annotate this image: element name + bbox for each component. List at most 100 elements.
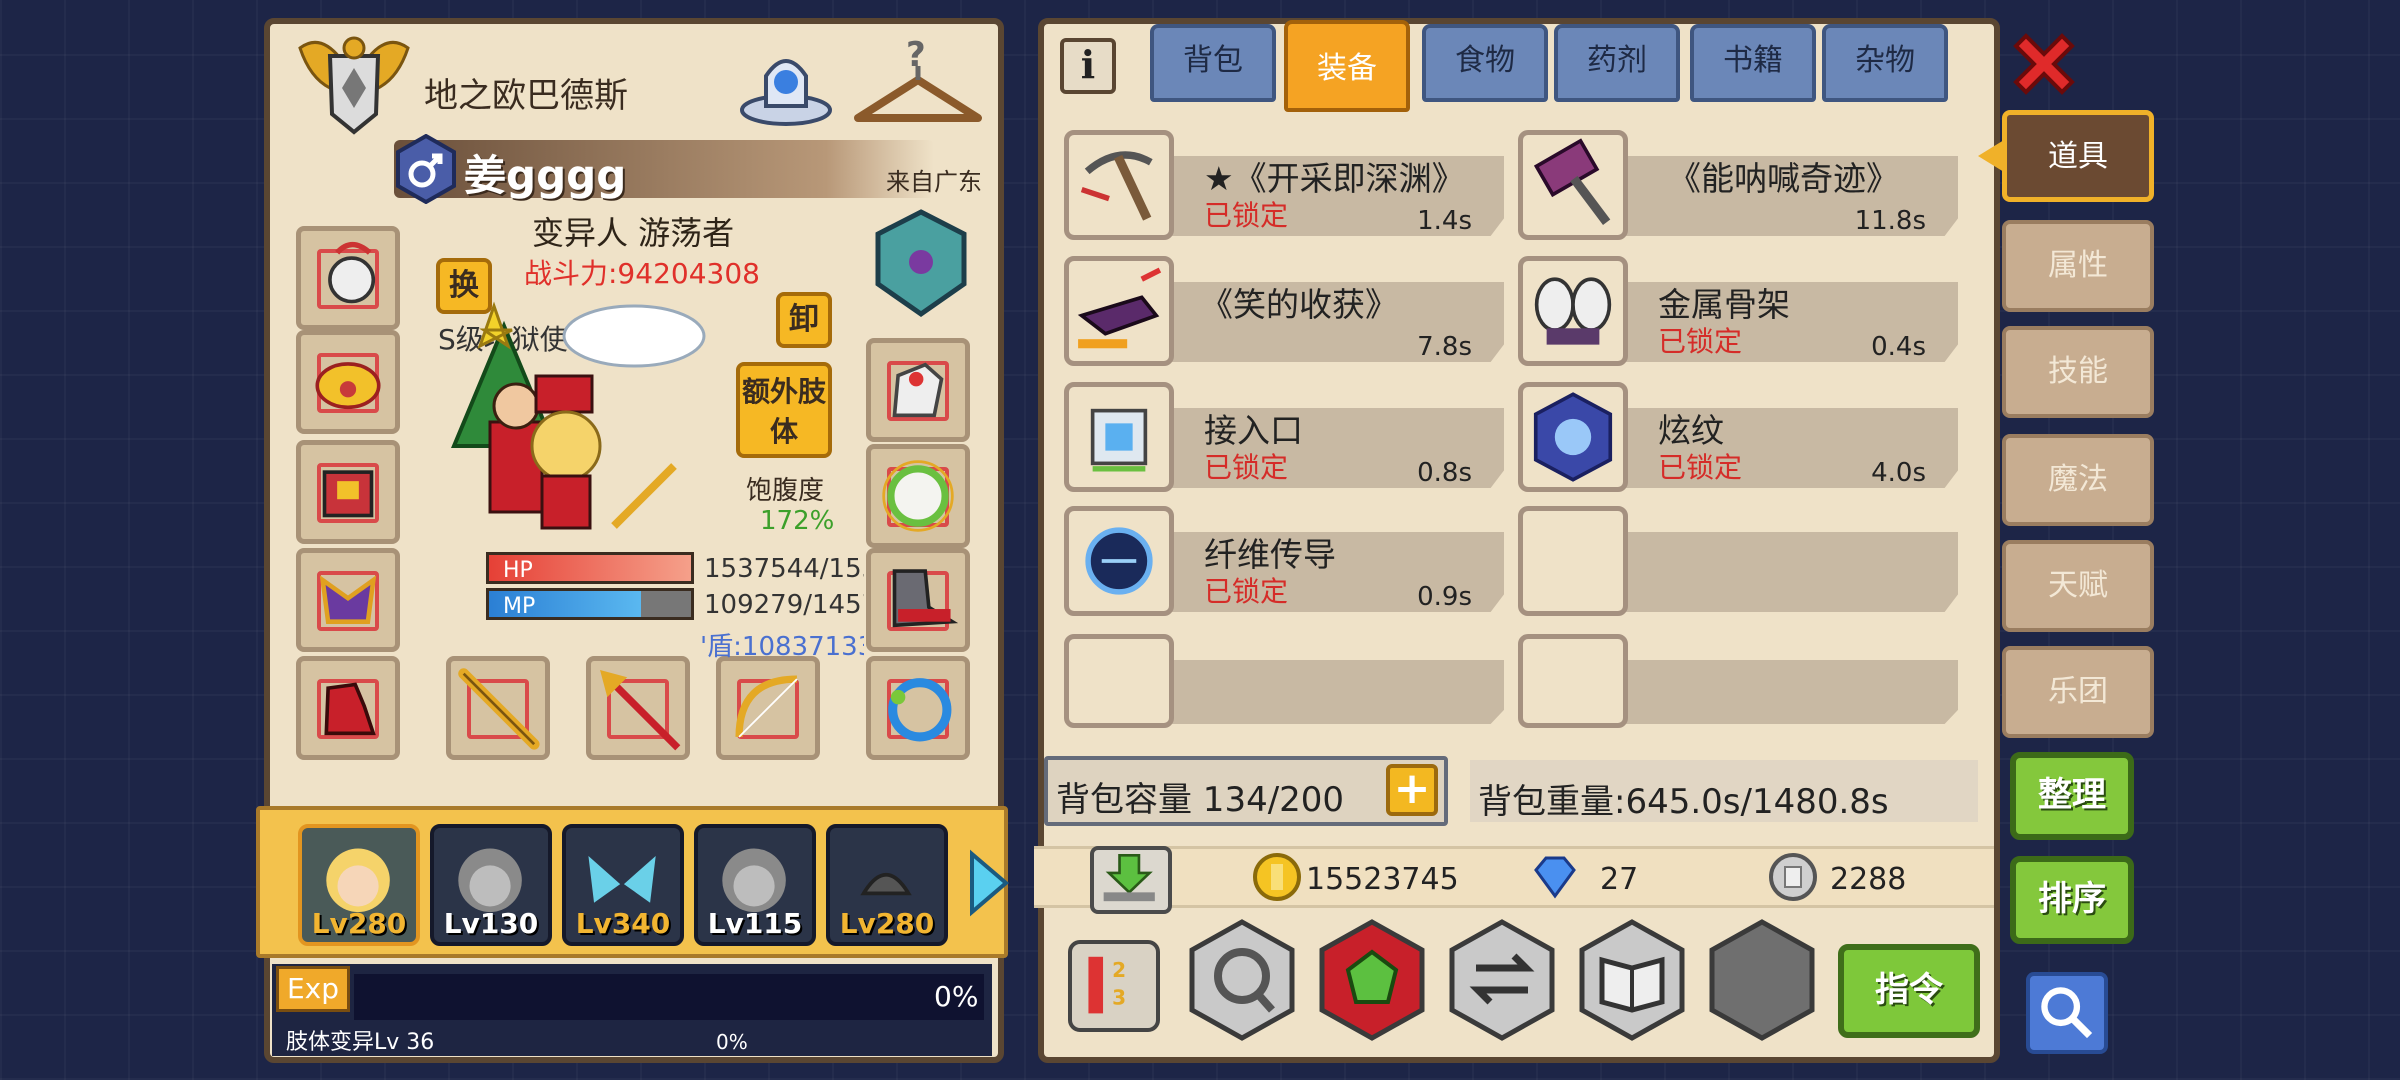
search-button[interactable] [2026,972,2108,1054]
item-weight: 0.4s [1871,332,1926,362]
dragon-boots-icon [324,682,376,736]
mp-label: MP [503,594,536,619]
item-weight: 7.8s [1417,332,1472,362]
book-hex-button[interactable] [1576,918,1688,1042]
equip-slot-weapon-1[interactable] [446,656,550,760]
hp-bar: HP [486,552,694,584]
extra-limb-button[interactable]: 额外肢体 [736,362,832,458]
diamond-icon [1534,856,1576,899]
side-menu-magic[interactable]: 魔法 [2002,434,2154,526]
item-weight: 0.9s [1417,582,1472,612]
expand-capacity-button[interactable]: + [1386,764,1438,816]
tab-potion[interactable]: 药剂 [1554,24,1680,102]
party-member-level: Lv130 [443,907,539,940]
gold-coin-icon [1253,853,1301,901]
silver-amount: 2288 [1830,862,1907,897]
emblem-shield-icon[interactable] [870,208,972,320]
command-button[interactable]: 指令 [1838,944,1980,1038]
item-name: 纤维传导 [1204,535,1336,574]
inventory-item[interactable]: 炫纹 已锁定 4.0s [1518,382,1958,492]
side-menu-attributes[interactable]: 属性 [2002,220,2154,312]
tab-equipment[interactable]: 装备 [1284,20,1410,112]
crystal-pedestal-icon[interactable] [736,36,836,128]
party-member-5[interactable]: Lv280 [826,824,948,946]
number-sort-icon: 23 [1088,956,1126,1014]
empty-hex-button[interactable] [1706,918,1818,1042]
empty-item-slot[interactable] [1518,506,1958,616]
equip-slot-weapon-3[interactable] [716,656,820,760]
svg-text:?: ? [906,36,926,75]
silver-coin-icon [1769,853,1817,901]
organize-button[interactable]: 整理 [2010,752,2134,840]
equip-slot-hands[interactable] [296,548,400,652]
diamond-amount: 27 [1600,862,1639,897]
magnifier-hex-button[interactable] [1186,918,1298,1042]
equip-slot-body[interactable] [296,440,400,544]
equip-slot-head[interactable] [296,226,400,330]
male-gender-icon [396,134,456,204]
empty-item-slot[interactable] [1064,634,1504,728]
item-name: 炫纹 [1658,411,1724,450]
mp-value: 109279/1457 [704,590,864,620]
inventory-item[interactable]: ★《开采即深渊》 已锁定 1.4s [1064,130,1504,240]
exp-tag: Exp [276,966,350,1012]
satiety-label: 饱腹度 [746,476,825,506]
mech-armor-icon [322,470,374,518]
helmet-icon [328,241,376,304]
equip-slot-accessory[interactable] [296,330,400,434]
gem-hex-button[interactable] [1316,918,1428,1042]
sort-button[interactable]: 排序 [2010,856,2134,944]
equip-slot-mech[interactable] [866,548,970,652]
item-icon-frame [1518,256,1628,366]
close-icon[interactable] [2004,24,2084,104]
side-menu-skills[interactable]: 技能 [2002,326,2154,418]
inventory-item[interactable]: 《笑的收获》 7.8s [1064,256,1504,366]
inventory-item[interactable]: 金属骨架 已锁定 0.4s [1518,256,1958,366]
equip-slot-gloves[interactable] [866,338,970,442]
party-member-level: Lv280 [311,907,407,940]
item-icon-frame [1064,634,1174,728]
party-next-arrow-icon[interactable] [966,848,1012,918]
item-icon-frame [1064,256,1174,366]
side-menu-band[interactable]: 乐团 [2002,646,2154,738]
number-sort-button[interactable]: 23 [1068,940,1160,1032]
download-button[interactable] [1090,846,1172,914]
mp-bar: MP [486,588,694,620]
fiber-icon [1085,527,1153,595]
inventory-item[interactable]: 接入口 已锁定 0.8s [1064,382,1504,492]
item-weight: 0.8s [1417,458,1472,488]
side-menu-items[interactable]: 道具 [2002,110,2154,202]
unequip-button[interactable]: 卸 [776,292,832,348]
player-name: 姜gggg [464,151,627,200]
inventory-item[interactable]: 《能呐喊奇迹》 11.8s [1518,130,1958,240]
mutation-percent: 0% [716,1030,748,1054]
item-name: 金属骨架 [1658,285,1790,324]
swap-hex-button[interactable] [1446,918,1558,1042]
empty-item-slot[interactable] [1518,634,1958,728]
party-member-1[interactable]: Lv280 [298,824,420,946]
equip-slot-mirror[interactable] [866,444,970,548]
equip-slot-weapon-2[interactable] [586,656,690,760]
item-weight: 11.8s [1854,206,1926,236]
download-icon [1103,853,1155,902]
party-member-3[interactable]: Lv340 [562,824,684,946]
equip-slot-feet[interactable] [296,656,400,760]
wardrobe-hanger-icon[interactable]: ? [850,36,986,130]
golden-staff-icon [458,668,540,750]
exp-bar [354,974,984,1020]
tab-misc[interactable]: 杂物 [1822,24,1948,102]
search-icon [2041,987,2093,1039]
item-bar [1170,660,1504,724]
equip-slot-ring[interactable] [866,656,970,760]
armor-frame-icon [1534,277,1612,345]
blue-ring-icon [888,678,952,742]
tab-food[interactable]: 食物 [1422,24,1548,102]
item-weight: 1.4s [1417,206,1472,236]
tab-bag[interactable]: 背包 [1150,24,1276,102]
tab-books[interactable]: 书籍 [1690,24,1816,102]
side-menu-talent[interactable]: 天赋 [2002,540,2154,632]
party-member-2[interactable]: Lv130 [430,824,552,946]
info-button[interactable]: i [1060,38,1116,94]
inventory-item[interactable]: 纤维传导 已锁定 0.9s [1064,506,1504,616]
party-member-4[interactable]: Lv115 [694,824,816,946]
